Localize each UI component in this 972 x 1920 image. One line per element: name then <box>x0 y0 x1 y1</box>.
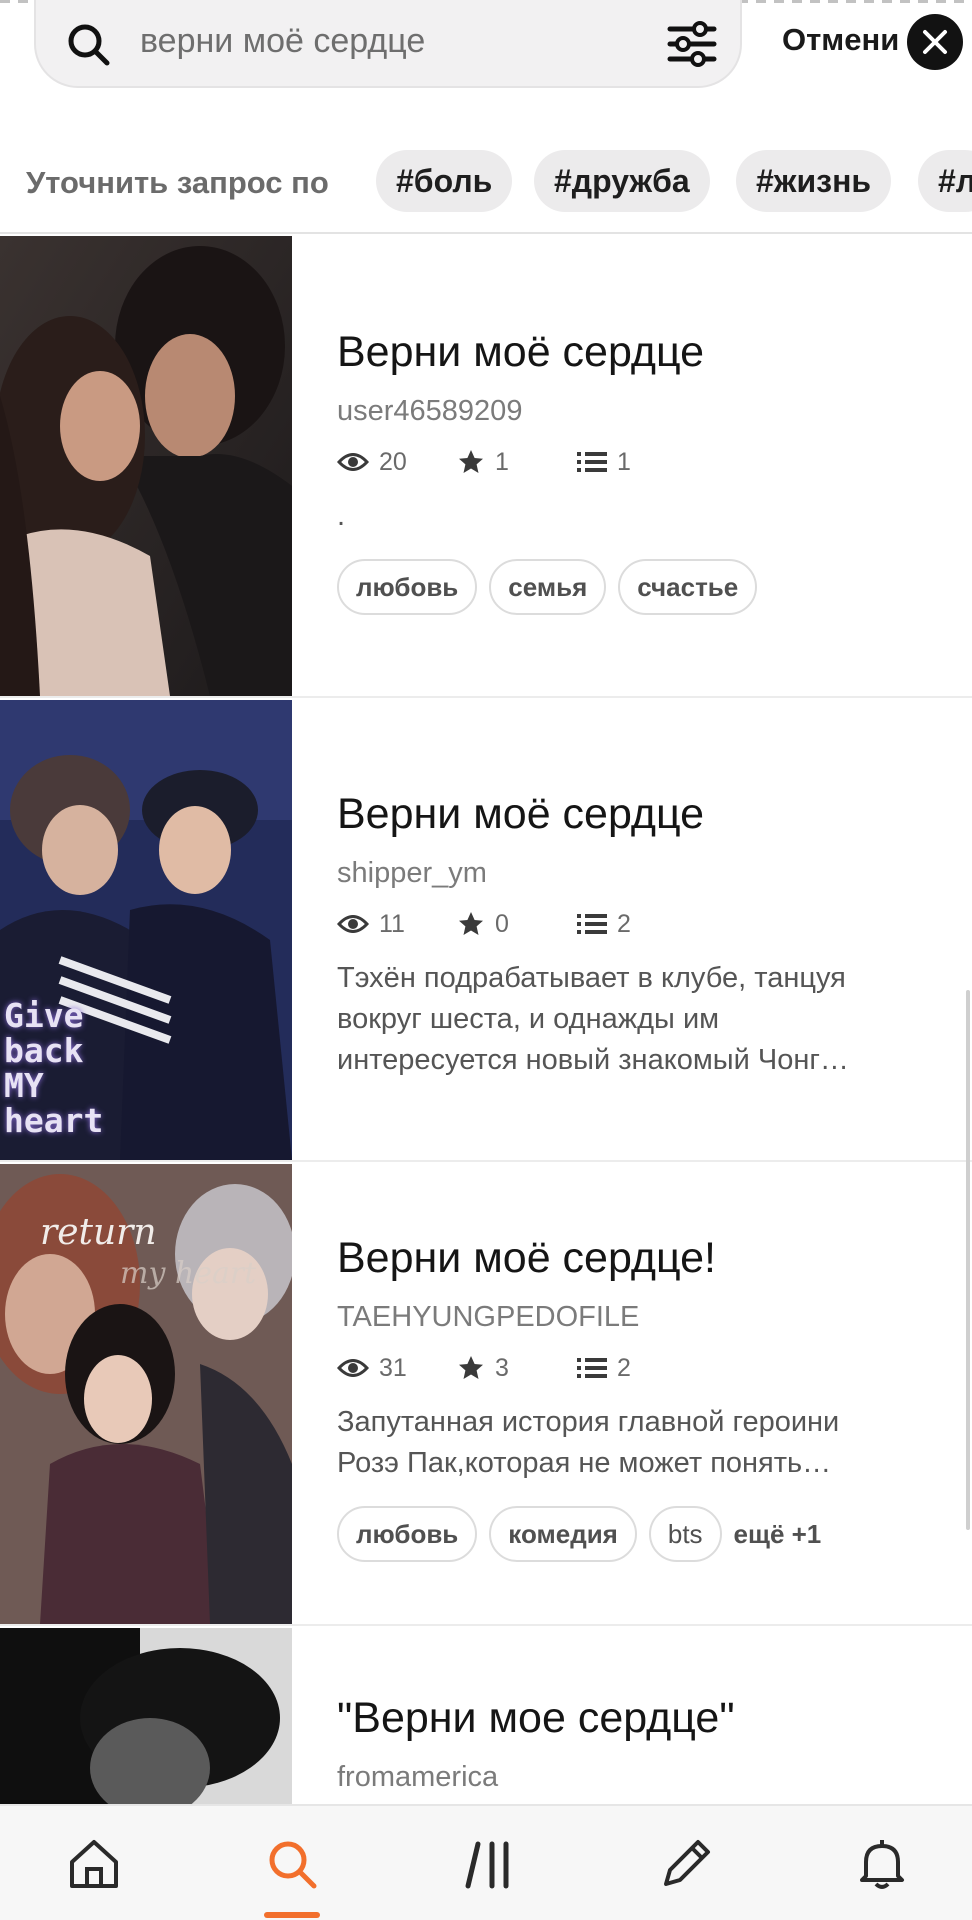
story-tags: любовь комедия bts ещё +1 <box>337 1506 942 1562</box>
parts-count: 1 <box>617 447 631 476</box>
refine-tag-chip[interactable]: #дружба <box>534 150 710 212</box>
refine-tag-chip[interactable]: #л <box>918 150 972 212</box>
parts-count: 2 <box>617 1353 631 1382</box>
story-tag[interactable]: семья <box>489 559 607 615</box>
votes-count: 3 <box>495 1353 509 1382</box>
description-line: вокруг шеста, и однажды им <box>337 1003 720 1035</box>
reads-count: 31 <box>379 1353 407 1382</box>
reads-count: 11 <box>379 909 405 938</box>
description-line: Розэ Пак,которая не может понять… <box>337 1447 832 1479</box>
list-icon <box>577 452 607 472</box>
story-description: Запутанная история главной героини Розэ … <box>337 1402 942 1484</box>
story-title[interactable]: Верни моё сердце <box>337 328 942 377</box>
search-icon <box>68 24 110 66</box>
header-divider <box>0 232 972 234</box>
close-icon <box>923 30 947 54</box>
pencil-icon[interactable] <box>658 1836 714 1892</box>
story-card[interactable]: Верни моё сердце user46589209 20 1 1 . л… <box>0 236 972 698</box>
story-card[interactable]: return my heart Верни моё сердце! TAEHYU… <box>0 1164 972 1626</box>
story-tags: любовь семья счастье <box>337 559 942 615</box>
story-description: . <box>337 500 346 532</box>
parts-count: 2 <box>617 909 631 938</box>
votes-count: 1 <box>495 447 509 476</box>
story-info: Верни моё сердце! TAEHYUNGPEDOFILE 31 3 … <box>337 1234 942 1562</box>
cover-text: my heart <box>120 1256 257 1291</box>
story-author[interactable]: shipper_ym <box>337 857 942 890</box>
cover-text: heart <box>4 1101 104 1140</box>
story-info: Верни моё сердце shipper_ym 11 0 2 Тэхён… <box>337 790 942 1081</box>
description-line: Тэхён подрабатывает в клубе, танцуя <box>337 962 846 994</box>
star-icon <box>459 1356 483 1379</box>
search-bar[interactable]: верни моё сердце <box>34 0 742 88</box>
list-icon <box>577 914 607 934</box>
eye-icon <box>337 915 369 933</box>
home-icon[interactable] <box>66 1836 122 1892</box>
star-icon <box>459 450 483 473</box>
votes-count: 0 <box>495 909 509 938</box>
reads-count: 20 <box>379 447 407 476</box>
active-tab-indicator <box>264 1912 320 1918</box>
cover-text: back <box>4 1031 84 1070</box>
refine-tag-chip[interactable]: #боль <box>376 150 513 212</box>
story-stats: 11 0 2 <box>337 906 942 942</box>
description-line: интересуется новый знакомый Чонг… <box>337 1044 849 1076</box>
search-input[interactable]: верни моё сердце <box>140 22 425 61</box>
story-author[interactable]: user46589209 <box>337 395 942 428</box>
scrollbar[interactable] <box>966 990 970 1530</box>
story-cover-image: Give back MY heart <box>0 700 292 1160</box>
close-button[interactable] <box>907 14 963 70</box>
cover-text: MY <box>4 1066 44 1105</box>
story-tag[interactable]: bts <box>648 1506 722 1562</box>
story-tag[interactable]: счастье <box>618 559 758 615</box>
bell-icon[interactable] <box>854 1836 910 1892</box>
filter-sliders-icon[interactable] <box>666 20 718 68</box>
refine-label: Уточнить запрос по <box>26 165 329 200</box>
search-icon[interactable] <box>264 1836 320 1892</box>
more-tags-link[interactable]: ещё +1 <box>734 1519 822 1550</box>
story-cover-image: return my heart <box>0 1164 292 1624</box>
story-cover-image <box>0 1628 292 1808</box>
eye-icon <box>337 1359 369 1377</box>
story-author[interactable]: fromamerica <box>337 1761 942 1794</box>
bottom-navigation <box>0 1804 972 1920</box>
story-description: Тэхён подрабатывает в клубе, танцуя вокр… <box>337 958 942 1081</box>
refine-tag-chip[interactable]: #жизнь <box>736 150 892 212</box>
refine-query-bar: Уточнить запрос по #боль #дружба #жизнь … <box>0 150 972 214</box>
story-stats: 20 1 1 <box>337 444 942 480</box>
story-title[interactable]: Верни моё сердце <box>337 790 942 839</box>
story-tag[interactable]: любовь <box>337 1506 478 1562</box>
story-stats: 31 3 2 <box>337 1350 942 1386</box>
cover-text: return <box>40 1212 157 1253</box>
story-info: Верни моё сердце user46589209 20 1 1 . л… <box>337 328 942 615</box>
list-icon <box>577 1358 607 1378</box>
story-tag[interactable]: любовь <box>337 559 478 615</box>
story-author[interactable]: TAEHYUNGPEDOFILE <box>337 1301 942 1334</box>
eye-icon <box>337 453 369 471</box>
story-info: "Верни мое сердце" fromamerica <box>337 1694 942 1794</box>
story-card[interactable]: "Верни мое сердце" fromamerica <box>0 1628 972 1808</box>
cancel-button[interactable]: Отмени <box>782 22 899 58</box>
star-icon <box>459 912 483 935</box>
cover-text: Give <box>4 996 84 1035</box>
description-line: Запутанная история главной героини <box>337 1406 840 1438</box>
story-card[interactable]: Give back MY heart Верни моё сердце ship… <box>0 700 972 1162</box>
story-title[interactable]: Верни моё сердце! <box>337 1234 942 1283</box>
story-title[interactable]: "Верни мое сердце" <box>337 1694 942 1743</box>
library-icon[interactable] <box>462 1836 518 1892</box>
story-tag[interactable]: комедия <box>489 1506 637 1562</box>
story-cover-image <box>0 236 292 696</box>
